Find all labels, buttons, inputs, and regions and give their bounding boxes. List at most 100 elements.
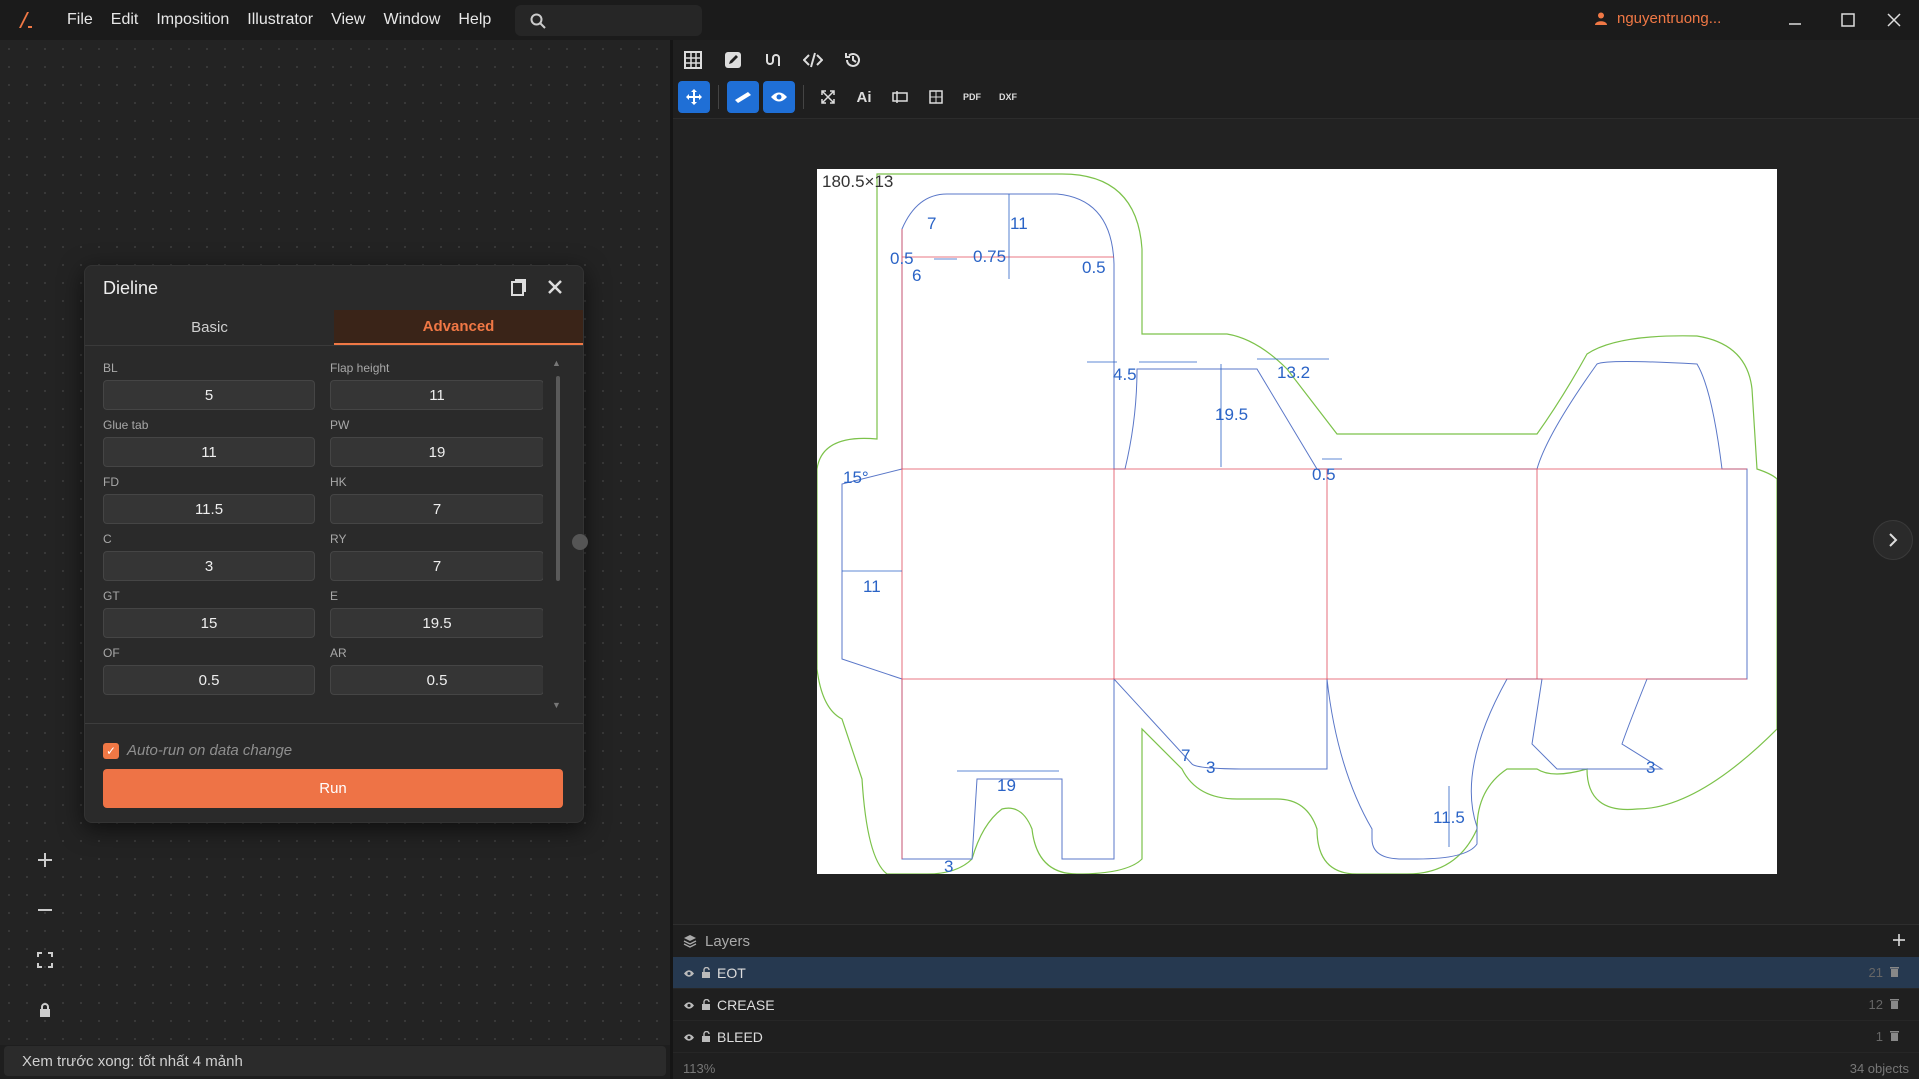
field-of: OF 0.5 — [103, 646, 315, 695]
resize-button[interactable] — [884, 81, 916, 113]
bl-input[interactable]: 5 — [103, 380, 315, 410]
copy-button[interactable] — [511, 278, 527, 301]
minimize-button[interactable] — [1770, 0, 1820, 40]
layer-name: EOT — [717, 964, 746, 981]
code-button[interactable] — [793, 44, 833, 76]
field-label: PW — [330, 418, 350, 432]
close-window-button[interactable] — [1869, 0, 1919, 40]
dim-label: 13.2 — [1277, 363, 1310, 382]
c-input[interactable]: 3 — [103, 551, 315, 581]
move-tool-button[interactable] — [678, 81, 710, 113]
tab-advanced[interactable]: Advanced — [334, 310, 583, 345]
pw-input[interactable]: 19 — [330, 437, 543, 467]
dieline-drawing: 7 11 0.5 0.75 0.5 6 4.5 13.2 19.5 0.5 15… — [816, 173, 1778, 876]
menu-imposition[interactable]: Imposition — [147, 0, 238, 40]
field-ry: RY 7 — [330, 532, 543, 581]
expand-icon — [821, 90, 835, 104]
dim-label: 19.5 — [1215, 405, 1248, 424]
ry-input[interactable]: 7 — [330, 551, 543, 581]
artboard-size-label: 180.5×13 — [822, 172, 894, 191]
scroll-down-icon[interactable]: ▼ — [552, 700, 561, 710]
user-icon — [1595, 12, 1607, 25]
path-button[interactable] — [753, 44, 793, 76]
eye-icon[interactable] — [683, 965, 695, 981]
gt-input[interactable]: 15 — [103, 608, 315, 638]
table-button[interactable] — [673, 44, 713, 76]
minimize-icon — [1789, 23, 1801, 25]
flap-height-input[interactable]: 11 — [330, 380, 543, 410]
dim-label: 0.5 — [1082, 258, 1106, 277]
artboard[interactable]: 7 11 0.5 0.75 0.5 6 4.5 13.2 19.5 0.5 15… — [816, 169, 1778, 876]
scrollbar-thumb[interactable] — [556, 376, 560, 581]
glue-tab-input[interactable]: 11 — [103, 437, 315, 467]
layer-row-crease[interactable]: CREASE 12 — [673, 989, 1919, 1021]
checkmark-icon[interactable]: ✓ — [103, 742, 119, 759]
field-glue-tab: Glue tab 11 — [103, 418, 315, 467]
trash-icon[interactable] — [1890, 998, 1899, 1012]
unlock-icon[interactable] — [701, 997, 711, 1013]
crease-lines — [901, 229, 1747, 859]
eye-icon[interactable] — [683, 1029, 695, 1045]
zoom-in-button[interactable] — [30, 835, 60, 885]
menu-edit[interactable]: Edit — [102, 0, 148, 40]
menu-illustrator[interactable]: Illustrator — [238, 0, 322, 40]
illustrator-export-button[interactable]: Ai — [848, 81, 880, 113]
measure-tool-button[interactable] — [727, 81, 759, 113]
unlock-icon[interactable] — [701, 965, 711, 981]
unlock-icon[interactable] — [701, 1029, 711, 1045]
trash-icon[interactable] — [1890, 1030, 1899, 1044]
zoom-out-button[interactable] — [30, 885, 60, 935]
layer-row-eot[interactable]: EOT 21 — [673, 957, 1919, 989]
user-menu[interactable]: nguyentruong... — [1595, 10, 1721, 27]
tab-basic[interactable]: Basic — [85, 310, 334, 345]
eye-icon[interactable] — [683, 997, 695, 1013]
lock-icon — [40, 1003, 50, 1017]
dieline-panel: Dieline Basic Advanced BL 5 Flap height 11… — [84, 265, 584, 823]
menu-help[interactable]: Help — [449, 0, 500, 40]
lock-button[interactable] — [30, 985, 60, 1035]
menu-window[interactable]: Window — [374, 0, 449, 40]
resize-handle[interactable] — [572, 534, 588, 550]
run-button[interactable]: Run — [103, 769, 563, 808]
next-page-button[interactable] — [1873, 520, 1913, 560]
dim-label: 3 — [1206, 758, 1215, 777]
e-input[interactable]: 19.5 — [330, 608, 543, 638]
menu-view[interactable]: View — [322, 0, 374, 40]
minus-icon — [38, 909, 52, 911]
visibility-button[interactable] — [763, 81, 795, 113]
layer-row-bleed[interactable]: BLEED 1 — [673, 1021, 1919, 1053]
field-hk: HK 7 — [330, 475, 543, 524]
dieline-title: Dieline — [103, 277, 159, 298]
edit-button[interactable] — [713, 44, 753, 76]
toolbar-separator — [718, 85, 719, 109]
fit-view-button[interactable] — [30, 935, 60, 985]
search-input[interactable] — [515, 5, 702, 36]
plus-icon — [1893, 934, 1905, 946]
fd-input[interactable]: 11.5 — [103, 494, 315, 524]
user-name: nguyentruong... — [1617, 10, 1722, 27]
maximize-button[interactable] — [1823, 0, 1873, 40]
trash-icon[interactable] — [1890, 966, 1899, 980]
ar-input[interactable]: 0.5 — [330, 665, 543, 695]
status-message: Xem trước xong: tốt nhất 4 mảnh — [4, 1046, 666, 1076]
fit-button[interactable] — [812, 81, 844, 113]
history-button[interactable] — [833, 44, 873, 76]
grid-icon — [684, 51, 702, 69]
hk-input[interactable]: 7 — [330, 494, 543, 524]
pdf-export-button[interactable]: PDF — [956, 81, 988, 113]
fullscreen-icon — [37, 952, 53, 968]
field-label: HK — [330, 475, 347, 489]
layers-panel: Layers EOT 21 CREASE 12 BLEED 1 — [673, 924, 1919, 1054]
menu-file[interactable]: File — [58, 0, 102, 40]
dxf-export-button[interactable]: DXF — [992, 81, 1024, 113]
close-panel-button[interactable] — [547, 274, 563, 302]
scroll-up-icon[interactable]: ▲ — [552, 358, 561, 368]
field-c: C3 — [103, 532, 315, 581]
3d-preview-button[interactable] — [920, 81, 952, 113]
add-layer-button[interactable] — [1893, 929, 1905, 952]
auto-run-checkbox[interactable]: ✓ Auto-run on data change — [103, 742, 292, 759]
fields-scrollbar[interactable]: ▲ ▼ — [552, 358, 561, 710]
app-logo-icon — [19, 12, 32, 28]
dim-label: 19 — [997, 776, 1016, 795]
of-input[interactable]: 0.5 — [103, 665, 315, 695]
